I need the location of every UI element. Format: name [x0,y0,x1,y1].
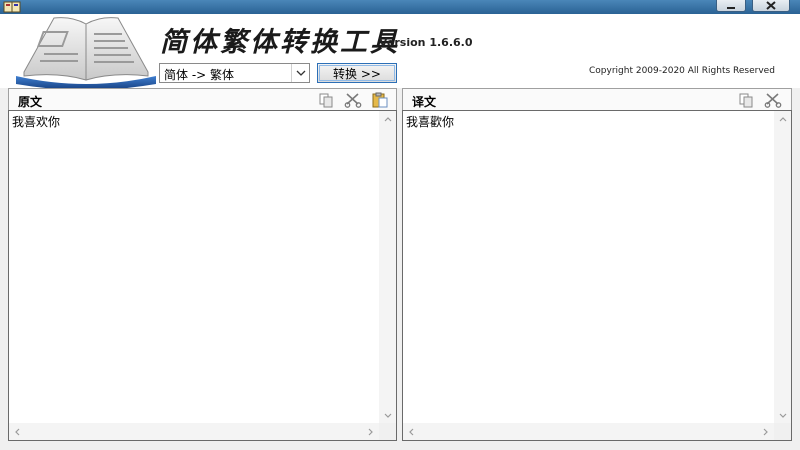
minimize-button[interactable] [716,0,746,12]
source-text-area[interactable]: 我喜欢你 [8,110,397,441]
target-panel-title: 译文 [412,95,437,109]
cut-icon[interactable] [344,92,362,108]
dropdown-arrow[interactable] [291,64,309,82]
scroll-right-arrow[interactable] [362,423,379,440]
chevron-up-icon [384,117,391,122]
book-logo [16,17,156,88]
copyright-text: Copyright 2009-2020 All Rights Reserved [589,66,775,76]
close-icon [766,1,776,10]
chevron-right-icon [763,428,768,435]
paste-icon[interactable] [371,92,389,108]
scroll-left-arrow[interactable] [9,423,26,440]
target-panel-header: 译文 [402,88,792,110]
source-horizontal-scrollbar[interactable] [9,423,379,440]
app-title: 简体繁体转换工具 [160,27,400,58]
close-button[interactable] [752,0,790,12]
target-panel: 译文 我喜歡你 [402,88,792,441]
target-text: 我喜歡你 [406,115,455,129]
conversion-mode-select[interactable]: 简体 -> 繁体 [159,63,310,83]
chevron-left-icon [409,428,414,435]
scroll-left-arrow[interactable] [403,423,420,440]
source-text: 我喜欢你 [12,115,61,129]
conversion-mode-value: 简体 -> 繁体 [164,68,235,82]
scrollbar-corner [379,423,396,440]
scrollbar-corner [774,423,791,440]
scroll-right-arrow[interactable] [757,423,774,440]
chevron-down-icon [296,70,305,76]
target-vertical-scrollbar[interactable] [774,111,791,424]
chevron-down-icon [384,413,391,418]
copy-icon[interactable] [317,92,335,108]
app-icon [3,1,21,13]
chevron-up-icon [779,117,786,122]
copy-icon[interactable] [737,92,755,108]
window-titlebar[interactable] [0,0,800,14]
chevron-right-icon [368,428,373,435]
convert-button[interactable]: 转换 >> [317,63,397,83]
app-header: 简体繁体转换工具 Version 1.6.6.0 简体 -> 繁体 转换 >> … [0,14,800,88]
app-version: Version 1.6.6.0 [379,36,473,49]
target-text-area[interactable]: 我喜歡你 [402,110,792,441]
scroll-down-arrow[interactable] [774,407,791,424]
scroll-up-arrow[interactable] [774,111,791,128]
scroll-down-arrow[interactable] [379,407,396,424]
source-vertical-scrollbar[interactable] [379,111,396,424]
chevron-down-icon [779,413,786,418]
source-panel: 原文 我喜欢你 [8,88,397,441]
cut-icon[interactable] [764,92,782,108]
source-panel-title: 原文 [18,95,43,109]
chevron-left-icon [15,428,20,435]
scroll-up-arrow[interactable] [379,111,396,128]
minimize-icon [727,6,735,9]
target-horizontal-scrollbar[interactable] [403,423,774,440]
source-panel-header: 原文 [8,88,397,110]
